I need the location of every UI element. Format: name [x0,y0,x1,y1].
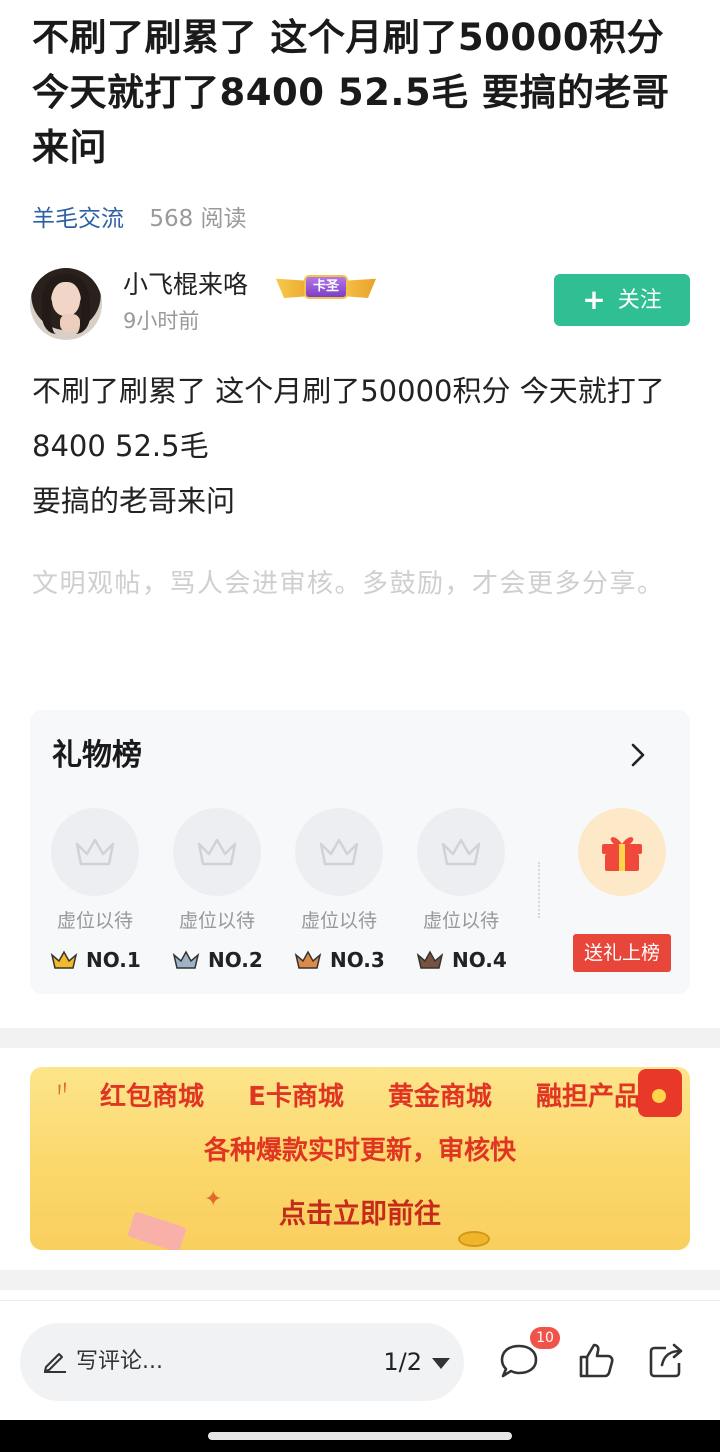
home-indicator[interactable] [208,1432,512,1440]
slot-rank: NO.3 [294,946,385,974]
crown-icon [50,950,78,969]
banner-item: 红包商城 [100,1082,205,1112]
bottom-bar: 写评论... 1/2 10 [0,1300,720,1422]
caret-down-icon[interactable] [432,1358,450,1369]
banner-item: E卡商城 [248,1082,344,1112]
send-gift-button[interactable]: 送礼上榜 [573,934,671,972]
crown-icon [294,950,322,969]
gift-slot-1[interactable]: 虚位以待 NO.1 [50,808,141,974]
slot-rank: NO.4 [416,946,507,974]
author-name[interactable]: 小飞棍来咯 [123,268,248,302]
red-packet-icon [638,1069,682,1117]
comment-count-badge: 10 [530,1327,560,1349]
section-divider [0,1270,720,1290]
slot-rank: NO.2 [172,946,263,974]
post-time: 9小时前 [123,309,200,333]
gift-slot-2[interactable]: 虚位以待 NO.2 [172,808,263,974]
post-page: 不刷了刷累了 这个月刷了50000积分 今天就打了8400 52.5毛 要搞的老… [0,0,720,1452]
post-body: 不刷了刷累了 这个月刷了50000积分 今天就打了8400 52.5毛 要搞的老… [32,374,665,518]
post-meta: 羊毛交流 568 阅读 [32,202,247,236]
pencil-icon [44,1353,66,1373]
author-row: 小飞棍来咯 卡圣 9小时前 + 关注 [30,266,690,342]
avatar-hand [60,314,80,332]
crown-outline-icon [51,808,139,896]
category-link[interactable]: 羊毛交流 [32,206,124,232]
crown-outline-icon [173,808,261,896]
follow-button[interactable]: + 关注 [554,274,690,326]
rank-label: NO.1 [86,948,141,972]
gift-divider [538,862,540,918]
system-nav-bar [0,1420,720,1452]
avatar-face [52,282,80,316]
like-icon[interactable] [576,1341,616,1381]
slot-empty-label: 虚位以待 [56,910,133,932]
gift-slot-3[interactable]: 虚位以待 NO.3 [294,808,385,974]
slot-empty-label: 虚位以待 [300,910,377,932]
plus-icon: + [582,283,606,316]
post-title: 不刷了刷累了 这个月刷了50000积分 今天就打了8400 52.5毛 要搞的老… [32,16,670,169]
rank-label: NO.3 [330,948,385,972]
promo-banner[interactable]: 〃 红包商城 E卡商城 黄金商城 融担产品 各种爆款实时更新，审核快 ✦ 点击立… [30,1067,690,1250]
crown-outline-icon [295,808,383,896]
gift-board: 礼物榜 虚位以待 NO.1 虚位以待 NO.2 虚位以待 NO.3 虚位以待 N… [30,710,690,994]
view-count: 568 阅读 [149,206,247,232]
crown-outline-icon [417,808,505,896]
section-divider [0,1028,720,1048]
crown-icon [172,950,200,969]
badge-label: 卡圣 [304,275,348,299]
banner-items: 红包商城 E卡商城 黄金商城 融担产品 [100,1079,640,1115]
slot-empty-label: 虚位以待 [422,910,499,932]
gift-box-icon[interactable] [578,808,666,896]
rank-label: NO.4 [452,948,507,972]
rank-label: NO.2 [208,948,263,972]
banner-item: 黄金商城 [387,1082,492,1112]
level-badge: 卡圣 [276,270,376,302]
page-indicator[interactable]: 1/2 [383,1345,422,1379]
gift-board-title: 礼物榜 [52,738,142,773]
avatar[interactable] [30,268,102,340]
slot-empty-label: 虚位以待 [178,910,255,932]
chevron-right-icon[interactable] [630,742,646,774]
share-icon[interactable] [646,1341,686,1381]
slot-rank: NO.1 [50,946,141,974]
banner-subtitle: 各种爆款实时更新，审核快 [203,1136,516,1166]
follow-label: 关注 [617,288,662,313]
comment-placeholder: 写评论... [76,1349,163,1374]
crown-icon [416,950,444,969]
civility-hint: 文明观帖，骂人会进审核。多鼓励，才会更多分享。 [32,569,665,599]
comment-input[interactable]: 写评论... 1/2 [20,1323,464,1401]
gift-slot-4[interactable]: 虚位以待 NO.4 [416,808,507,974]
banner-item: 融担产品 [535,1082,640,1112]
sparkle-icon: 〃 [49,1074,77,1104]
coin-icon [458,1231,490,1247]
